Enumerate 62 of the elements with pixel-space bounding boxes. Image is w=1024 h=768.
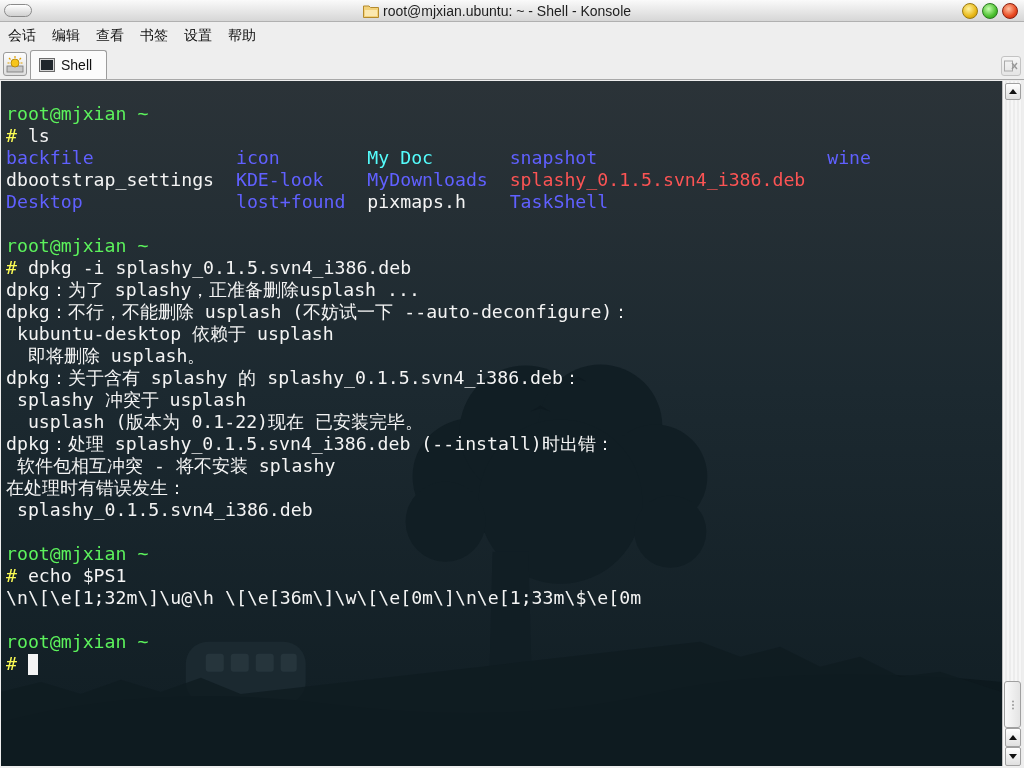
minimize-button[interactable] — [962, 2, 978, 19]
up-arrow-icon — [1008, 735, 1017, 740]
file-name: My Doc — [367, 147, 434, 168]
scroll-up-button[interactable] — [1004, 728, 1021, 747]
tab[interactable]: Shell — [30, 50, 108, 79]
prompt-symbol: # — [6, 565, 17, 586]
file-name: Desktop — [6, 191, 83, 212]
menu-item[interactable]: 编辑 — [44, 23, 88, 47]
file-name: snapshot — [509, 147, 598, 168]
output-text: dpkg：为了 splashy，正准备删除usplash ... — [6, 279, 420, 300]
window-title: root@mjxian.ubuntu: ~ - Shell - Konsole — [382, 1, 632, 20]
file-name: TaskShell — [509, 191, 609, 212]
file-name: MyDownloads — [367, 169, 488, 190]
maximize-button[interactable] — [982, 2, 998, 19]
prompt-text: root@mjxian ~ — [6, 631, 149, 652]
file-name: backfile — [6, 147, 94, 168]
file-name: icon — [235, 147, 280, 168]
close-button[interactable] — [1002, 2, 1018, 19]
file-name: KDE-look — [235, 169, 324, 190]
menu-item[interactable]: 书签 — [132, 23, 176, 47]
command-text: dpkg -i splashy_0.1.5.svn4_i386.deb — [27, 257, 412, 278]
command-text: ls — [27, 125, 50, 146]
sun-icon — [6, 55, 24, 73]
file-name: pixmaps.h — [367, 191, 466, 212]
scroll-up-button[interactable] — [1004, 83, 1021, 100]
new-session-button[interactable] — [3, 52, 27, 76]
prompt-symbol: # — [6, 125, 17, 146]
prompt-symbol: # — [6, 653, 17, 675]
terminal-icon — [39, 58, 55, 72]
menu-item[interactable]: 查看 — [88, 23, 132, 47]
output-text: dpkg：处理 splashy_0.1.5.svn4_i386.deb (--install)时出错： — [6, 433, 614, 454]
menu-item[interactable]: 设置 — [176, 23, 220, 47]
scroll-down-button[interactable] — [1004, 747, 1021, 766]
up-arrow-icon — [1008, 89, 1017, 94]
output-text: 即将删除 usplash。 — [26, 345, 206, 366]
window-menu-button[interactable] — [4, 4, 32, 17]
output-text: dpkg：不行，不能删除 usplash (不妨试一下 --auto-deconfigure)： — [6, 301, 631, 322]
output-text: 在处理时有错误发生： — [6, 477, 186, 498]
output-text: splashy_0.1.5.svn4_i386.deb — [15, 499, 313, 520]
prompt-text: root@mjxian ~ — [6, 235, 149, 256]
command-text: echo $PS1 — [27, 565, 127, 586]
scrollbar[interactable] — [1002, 81, 1022, 766]
output-text: splashy 冲突于 usplash — [15, 389, 247, 410]
down-arrow-icon — [1008, 754, 1017, 759]
output-text: usplash (版本为 0.1-22)现在 已安装完毕。 — [26, 411, 423, 432]
file-name: lost+found — [235, 191, 346, 212]
menu-item[interactable]: 帮助 — [220, 23, 264, 47]
file-name: splashy_0.1.5.svn4_i386.deb — [509, 169, 806, 190]
menu-item[interactable]: 会话 — [0, 23, 44, 47]
file-name: dbootstrap_settings — [6, 169, 215, 190]
prompt-text: root@mjxian ~ — [6, 543, 149, 564]
close-tab-icon — [1004, 60, 1018, 72]
output-text: kubuntu-desktop 依赖于 usplash — [15, 323, 334, 344]
output-text: \n\[\e[1;32m\]\u@\h \[\e[36m\]\w\[\e[0m\]\n\e[1;33m\$\e[0m — [6, 587, 642, 608]
scrollbar-thumb[interactable] — [1004, 681, 1021, 728]
file-name: wine — [827, 147, 871, 168]
output-text: dpkg：关于含有 splashy 的 splashy_0.1.5.svn4_i386.deb： — [6, 367, 581, 388]
folder-icon — [362, 3, 379, 18]
grip-icon — [1010, 699, 1015, 710]
output-text: 软件包相互冲突 - 将不安装 splashy — [15, 455, 336, 476]
prompt-text: root@mjxian ~ — [6, 103, 149, 124]
prompt-symbol: # — [6, 257, 17, 278]
